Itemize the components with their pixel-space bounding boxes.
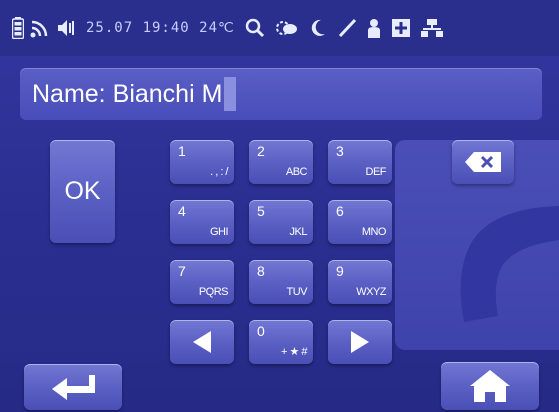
key-letters: GHI	[209, 226, 229, 238]
name-field[interactable]: Name: Bianchi M	[20, 68, 542, 120]
status-bar: 25.07 19:40 24℃	[0, 0, 559, 56]
plus-icon	[391, 18, 411, 38]
key-3[interactable]: 3 DEF	[328, 140, 392, 184]
ok-button[interactable]: OK	[50, 140, 115, 243]
key-digit: 6	[336, 203, 344, 219]
cursor-left-button[interactable]	[170, 320, 234, 364]
text-cursor	[224, 77, 237, 111]
key-6[interactable]: 6 MNO	[328, 200, 392, 244]
key-4[interactable]: 4 GHI	[170, 200, 234, 244]
backspace-button[interactable]	[452, 140, 514, 184]
key-letters: WXYZ	[356, 286, 386, 298]
key-digit: 0	[257, 323, 265, 339]
backspace-icon	[464, 151, 502, 173]
status-icons-right	[245, 18, 443, 38]
key-5[interactable]: 5 JKL	[249, 200, 313, 244]
key-digit: 8	[257, 263, 265, 279]
key-letters: MNO	[361, 226, 387, 238]
search-icon[interactable]	[245, 18, 265, 38]
key-9[interactable]: 9 WXYZ	[328, 260, 392, 304]
cursor-right-button[interactable]	[328, 320, 392, 364]
key-digit: 9	[336, 263, 344, 279]
status-icons-left	[12, 17, 76, 39]
key-letters: ABC	[285, 166, 308, 178]
key-letters: TUV	[286, 286, 308, 298]
name-value: Bianchi M	[112, 79, 223, 108]
pen-icon	[337, 18, 357, 38]
speaker-icon	[56, 18, 76, 38]
arrow-right-icon	[349, 330, 371, 354]
person-icon	[367, 18, 381, 38]
back-button[interactable]	[24, 364, 122, 410]
status-datetime-temp: 25.07 19:40 24℃	[86, 20, 235, 36]
weather-icon	[275, 18, 299, 38]
key-digit: 7	[178, 263, 186, 279]
wifi-icon	[30, 18, 50, 38]
moon-icon	[309, 18, 327, 38]
key-letters: JKL	[289, 226, 308, 238]
return-arrow-icon	[49, 373, 97, 401]
network-icon	[420, 18, 443, 38]
key-digit: 2	[257, 143, 265, 159]
battery-icon	[12, 17, 24, 39]
name-label: Name:	[32, 79, 106, 108]
key-letters: . , : /	[210, 166, 228, 178]
key-digit: 3	[336, 143, 344, 159]
key-1[interactable]: 1 . , : /	[170, 140, 234, 184]
phone-screen: 25.07 19:40 24℃ Name: Bianchi M OK 1 . ,…	[0, 0, 559, 412]
key-digit: 1	[178, 143, 186, 159]
key-letters: PQRS	[198, 286, 229, 298]
key-8[interactable]: 8 TUV	[249, 260, 313, 304]
key-digit: 4	[178, 203, 186, 219]
key-digit: 5	[257, 203, 265, 219]
home-icon	[468, 368, 512, 404]
handset-icon[interactable]	[450, 200, 559, 334]
key-letters: + ★ #	[280, 346, 308, 358]
arrow-left-icon	[191, 330, 213, 354]
key-0[interactable]: 0 + ★ #	[249, 320, 313, 364]
key-2[interactable]: 2 ABC	[249, 140, 313, 184]
home-button[interactable]	[441, 362, 539, 410]
key-letters: DEF	[365, 166, 387, 178]
key-7[interactable]: 7 PQRS	[170, 260, 234, 304]
